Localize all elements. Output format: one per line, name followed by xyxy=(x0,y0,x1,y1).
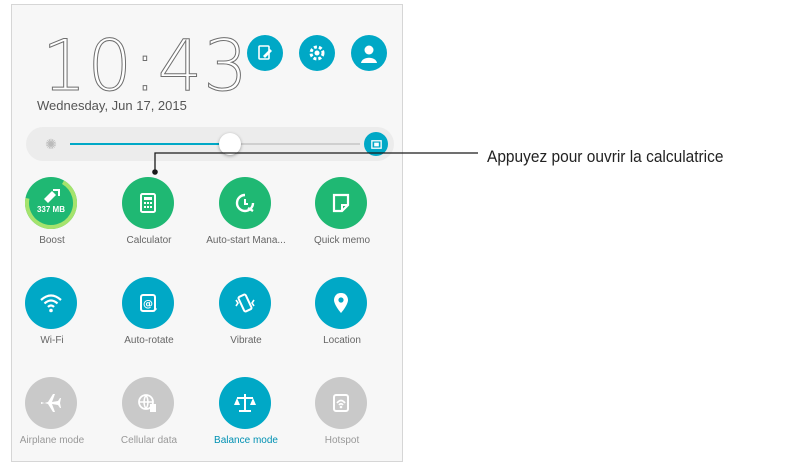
callout-line xyxy=(152,152,478,175)
callout-text: Appuyez pour ouvrir la calculatrice xyxy=(487,147,724,166)
